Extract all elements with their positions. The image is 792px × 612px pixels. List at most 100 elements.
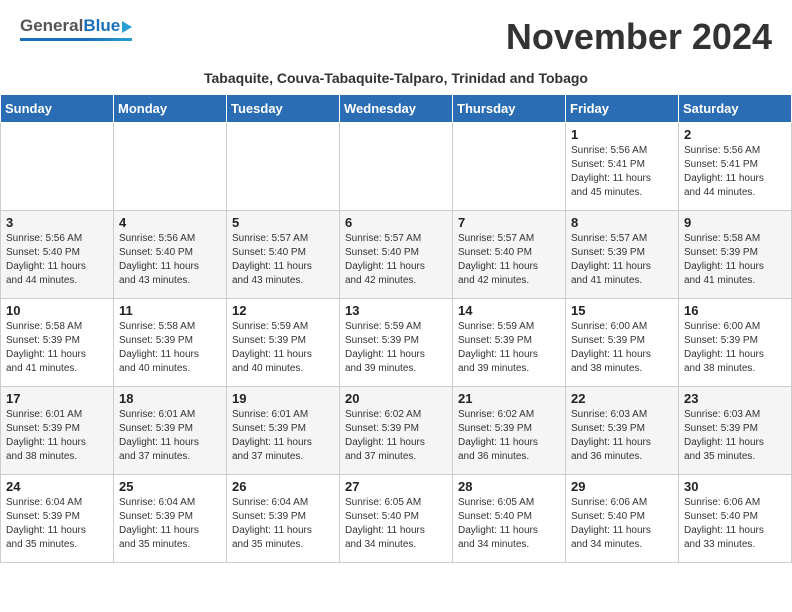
day-info: Sunrise: 5:56 AM Sunset: 5:41 PM Dayligh…	[684, 145, 764, 198]
calendar-cell: 28Sunrise: 6:05 AM Sunset: 5:40 PM Dayli…	[453, 475, 566, 563]
calendar-cell: 21Sunrise: 6:02 AM Sunset: 5:39 PM Dayli…	[453, 387, 566, 475]
logo-blue-part: Blue	[83, 16, 132, 36]
day-number: 29	[571, 479, 673, 494]
day-number: 17	[6, 391, 108, 406]
day-info: Sunrise: 6:04 AM Sunset: 5:39 PM Dayligh…	[119, 497, 199, 550]
day-of-week-header: Friday	[566, 95, 679, 123]
day-number: 25	[119, 479, 221, 494]
calendar-cell: 26 Sunrise: 6:04 AM Sunset: 5:39 PM Dayli…	[227, 475, 340, 563]
day-number: 9	[684, 215, 786, 230]
day-number: 8	[571, 215, 673, 230]
calendar-cell: 15Sunrise: 6:00 AM Sunset: 5:39 PM Dayli…	[566, 299, 679, 387]
logo: General Blue	[20, 16, 132, 41]
day-info: Sunrise: 6:00 AM Sunset: 5:39 PM Dayligh…	[684, 321, 764, 374]
calendar-cell: 4 Sunrise: 5:56 AM Sunset: 5:40 PM Daylig…	[114, 211, 227, 299]
day-info: Sunrise: 6:01 AM Sunset: 5:39 PM Dayligh…	[6, 409, 86, 462]
calendar-cell: 30Sunrise: 6:06 AM Sunset: 5:40 PM Dayli…	[679, 475, 792, 563]
calendar-cell: 20 Sunrise: 6:02 AM Sunset: 5:39 PM Dayli…	[340, 387, 453, 475]
calendar-cell: 17 Sunrise: 6:01 AM Sunset: 5:39 PM Dayli…	[1, 387, 114, 475]
calendar-cell: 29 Sunrise: 6:06 AM Sunset: 5:40 PM Dayli…	[566, 475, 679, 563]
day-info: Sunrise: 5:59 AM Sunset: 5:39 PM Dayligh…	[345, 321, 425, 374]
day-number: 14	[458, 303, 560, 318]
day-number: 18	[119, 391, 221, 406]
calendar-cell: 27Sunrise: 6:05 AM Sunset: 5:40 PM Dayli…	[340, 475, 453, 563]
calendar-cell	[340, 123, 453, 211]
calendar-week-row: 1 Sunrise: 5:56 AM Sunset: 5:41 PM Daylig…	[1, 123, 792, 211]
day-number: 2	[684, 127, 786, 142]
day-of-week-header: Saturday	[679, 95, 792, 123]
day-info: Sunrise: 6:00 AM Sunset: 5:39 PM Dayligh…	[571, 321, 651, 374]
calendar-cell	[1, 123, 114, 211]
day-number: 12	[232, 303, 334, 318]
day-info: Sunrise: 6:04 AM Sunset: 5:39 PM Dayligh…	[232, 497, 312, 550]
month-title: November 2024	[506, 16, 772, 58]
day-number: 23	[684, 391, 786, 406]
day-number: 4	[119, 215, 221, 230]
day-info: Sunrise: 5:56 AM Sunset: 5:40 PM Dayligh…	[119, 233, 199, 286]
calendar-cell: 5 Sunrise: 5:57 AM Sunset: 5:40 PM Daylig…	[227, 211, 340, 299]
day-number: 5	[232, 215, 334, 230]
day-info: Sunrise: 5:57 AM Sunset: 5:40 PM Dayligh…	[232, 233, 312, 286]
calendar-table: SundayMondayTuesdayWednesdayThursdayFrid…	[0, 94, 792, 563]
calendar-cell: 18 Sunrise: 6:01 AM Sunset: 5:39 PM Dayli…	[114, 387, 227, 475]
calendar-cell: 25 Sunrise: 6:04 AM Sunset: 5:39 PM Dayli…	[114, 475, 227, 563]
calendar-cell: 13 Sunrise: 5:59 AM Sunset: 5:39 PM Dayli…	[340, 299, 453, 387]
logo-general-text: General	[20, 16, 83, 36]
calendar-cell: 11 Sunrise: 5:58 AM Sunset: 5:39 PM Dayli…	[114, 299, 227, 387]
day-number: 13	[345, 303, 447, 318]
day-info: Sunrise: 6:02 AM Sunset: 5:39 PM Dayligh…	[458, 409, 538, 462]
day-info: Sunrise: 5:56 AM Sunset: 5:40 PM Dayligh…	[6, 233, 86, 286]
day-info: Sunrise: 5:57 AM Sunset: 5:40 PM Dayligh…	[458, 233, 538, 286]
day-info: Sunrise: 5:58 AM Sunset: 5:39 PM Dayligh…	[6, 321, 86, 374]
day-info: Sunrise: 6:06 AM Sunset: 5:40 PM Dayligh…	[684, 497, 764, 550]
calendar-cell: 7 Sunrise: 5:57 AM Sunset: 5:40 PM Daylig…	[453, 211, 566, 299]
day-of-week-header: Thursday	[453, 95, 566, 123]
calendar-cell	[227, 123, 340, 211]
calendar-header-row: SundayMondayTuesdayWednesdayThursdayFrid…	[1, 95, 792, 123]
day-info: Sunrise: 5:59 AM Sunset: 5:39 PM Dayligh…	[458, 321, 538, 374]
day-number: 26	[232, 479, 334, 494]
calendar-cell: 3 Sunrise: 5:56 AM Sunset: 5:40 PM Daylig…	[1, 211, 114, 299]
calendar-subtitle: Tabaquite, Couva-Tabaquite-Talparo, Trin…	[0, 66, 792, 94]
day-of-week-header: Wednesday	[340, 95, 453, 123]
day-info: Sunrise: 6:01 AM Sunset: 5:39 PM Dayligh…	[119, 409, 199, 462]
day-number: 22	[571, 391, 673, 406]
day-number: 24	[6, 479, 108, 494]
day-info: Sunrise: 5:57 AM Sunset: 5:40 PM Dayligh…	[345, 233, 425, 286]
calendar-week-row: 10 Sunrise: 5:58 AM Sunset: 5:39 PM Dayli…	[1, 299, 792, 387]
day-info: Sunrise: 6:01 AM Sunset: 5:39 PM Dayligh…	[232, 409, 312, 462]
calendar-cell	[453, 123, 566, 211]
day-info: Sunrise: 6:03 AM Sunset: 5:39 PM Dayligh…	[684, 409, 764, 462]
calendar-cell: 19 Sunrise: 6:01 AM Sunset: 5:39 PM Dayli…	[227, 387, 340, 475]
day-info: Sunrise: 6:02 AM Sunset: 5:39 PM Dayligh…	[345, 409, 425, 462]
day-number: 6	[345, 215, 447, 230]
day-info: Sunrise: 6:04 AM Sunset: 5:39 PM Dayligh…	[6, 497, 86, 550]
day-number: 20	[345, 391, 447, 406]
day-number: 19	[232, 391, 334, 406]
calendar-cell: 1 Sunrise: 5:56 AM Sunset: 5:41 PM Daylig…	[566, 123, 679, 211]
day-number: 11	[119, 303, 221, 318]
day-info: Sunrise: 6:06 AM Sunset: 5:40 PM Dayligh…	[571, 497, 651, 550]
day-of-week-header: Tuesday	[227, 95, 340, 123]
calendar-cell: 24 Sunrise: 6:04 AM Sunset: 5:39 PM Dayli…	[1, 475, 114, 563]
day-number: 16	[684, 303, 786, 318]
calendar-cell: 12 Sunrise: 5:59 AM Sunset: 5:39 PM Dayli…	[227, 299, 340, 387]
day-info: Sunrise: 5:58 AM Sunset: 5:39 PM Dayligh…	[119, 321, 199, 374]
calendar-cell: 23 Sunrise: 6:03 AM Sunset: 5:39 PM Dayli…	[679, 387, 792, 475]
day-number: 10	[6, 303, 108, 318]
day-info: Sunrise: 5:59 AM Sunset: 5:39 PM Dayligh…	[232, 321, 312, 374]
logo-blue-text: Blue	[83, 16, 120, 36]
day-of-week-header: Monday	[114, 95, 227, 123]
day-info: Sunrise: 5:56 AM Sunset: 5:41 PM Dayligh…	[571, 145, 651, 198]
day-number: 27	[345, 479, 447, 494]
calendar-cell: 22Sunrise: 6:03 AM Sunset: 5:39 PM Dayli…	[566, 387, 679, 475]
calendar-cell: 6 Sunrise: 5:57 AM Sunset: 5:40 PM Daylig…	[340, 211, 453, 299]
day-of-week-header: Sunday	[1, 95, 114, 123]
day-number: 7	[458, 215, 560, 230]
calendar-cell	[114, 123, 227, 211]
day-number: 1	[571, 127, 673, 142]
day-number: 3	[6, 215, 108, 230]
calendar-cell: 8Sunrise: 5:57 AM Sunset: 5:39 PM Daylig…	[566, 211, 679, 299]
calendar-cell: 2 Sunrise: 5:56 AM Sunset: 5:41 PM Daylig…	[679, 123, 792, 211]
logo-underline	[20, 38, 132, 41]
